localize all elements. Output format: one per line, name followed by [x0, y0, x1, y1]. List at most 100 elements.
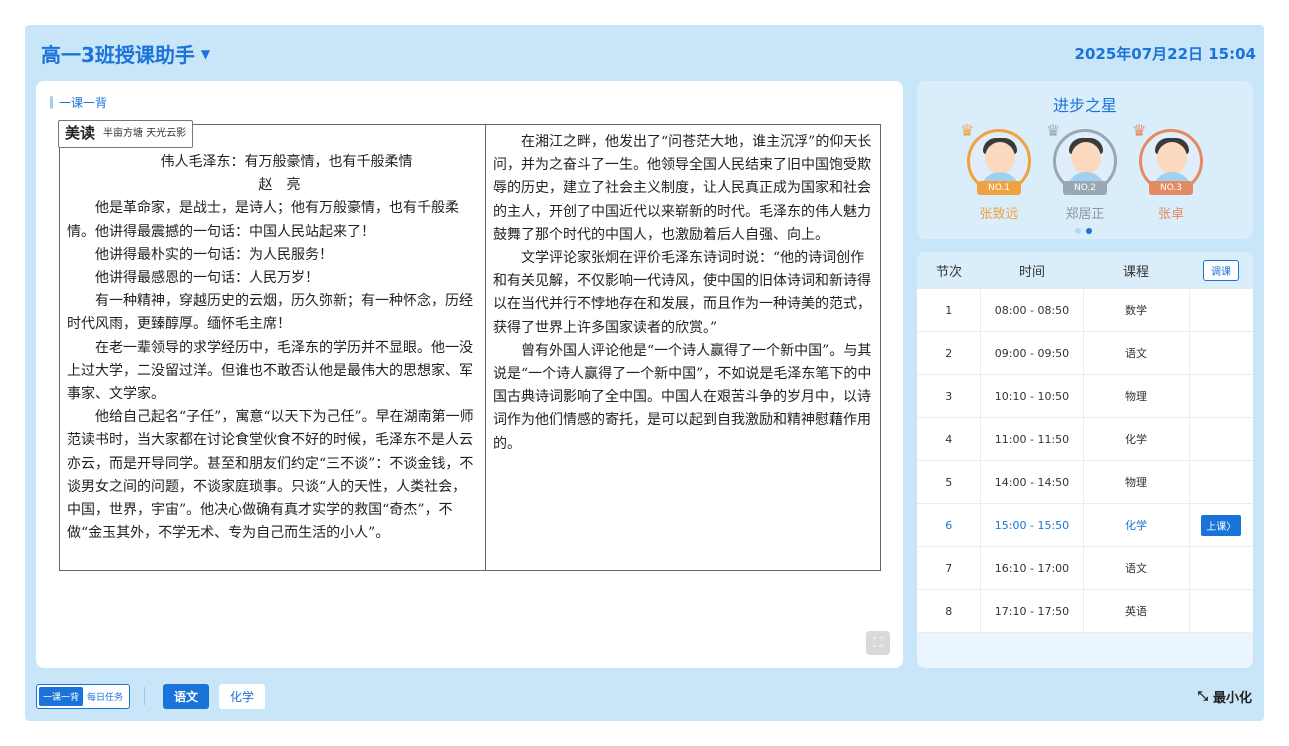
section-label: 一课一背 — [50, 94, 107, 111]
table-row[interactable]: 2 09:00 - 09:50 语文 — [917, 332, 1253, 375]
schedule-panel: 节次 时间 课程 调课 1 08:00 - 08:50 数学 2 09:00 -… — [917, 252, 1253, 668]
table-row-current[interactable]: 6 15:00 - 15:50 化学 上课〉 — [917, 504, 1253, 547]
datetime: 2025年07月22日 15:04 — [1074, 45, 1256, 63]
paragraph: 他讲得最朴实的一句话：为人民服务！ — [95, 246, 333, 263]
subject-tab-chinese[interactable]: 语文 — [163, 683, 210, 709]
star-name: 张致远 — [979, 207, 1019, 222]
divider — [144, 687, 146, 705]
time-cell: 08:00 - 08:50 — [981, 289, 1084, 331]
tab-daily-task[interactable]: 每日任务 — [83, 687, 127, 706]
fullscreen-icon: ⛶ — [873, 635, 883, 651]
period-cell: 6 — [917, 504, 982, 546]
rank-badge: NO.3 — [1149, 181, 1193, 195]
class-selector[interactable]: 高一3班授课助手 ▼ — [41, 39, 210, 68]
table-row[interactable]: 3 10:10 - 10:50 物理 — [917, 375, 1253, 418]
section-label-text: 一课一背 — [59, 96, 108, 110]
header-period: 节次 — [935, 265, 962, 280]
header-time: 时间 — [1018, 265, 1045, 280]
period-cell: 3 — [917, 375, 982, 417]
time-cell: 14:00 - 14:50 — [981, 461, 1084, 503]
article-title: 伟人毛泽东：有万般豪情，也有千般柔情 — [160, 154, 413, 170]
chevron-right-icon: 〉 — [1226, 521, 1237, 533]
course-cell: 英语 — [1084, 590, 1190, 632]
time-cell: 10:10 - 10:50 — [981, 375, 1084, 417]
carousel-dot[interactable] — [1075, 228, 1081, 234]
stars-title: 进步之星 — [1052, 96, 1117, 115]
course-cell: 化学 — [1084, 418, 1190, 460]
crown-icon: ♛ — [960, 121, 975, 140]
table-row[interactable]: 5 14:00 - 14:50 物理 — [917, 461, 1253, 504]
time-cell: 16:10 - 17:00 — [981, 547, 1084, 589]
paragraph: 曾有外国人评论他是“一个诗人赢得了一个新中国”。与其说是“一个诗人赢得了一个新中… — [493, 342, 872, 452]
time-cell: 17:10 - 17:50 — [981, 590, 1084, 632]
period-cell: 5 — [917, 461, 982, 503]
star-student[interactable]: ♛ NO.3 张卓 — [1132, 121, 1206, 222]
mode-tabs: 一课一背 每日任务 — [36, 683, 131, 709]
star-name: 郑居正 — [1065, 207, 1105, 222]
course-cell: 语文 — [1084, 332, 1190, 374]
table-row[interactable]: 8 17:10 - 17:50 英语 — [917, 590, 1253, 633]
section-bar — [50, 96, 53, 109]
avatar-face — [985, 142, 1015, 174]
carousel-dot-active[interactable] — [1086, 228, 1092, 234]
course-cell: 物理 — [1084, 461, 1190, 503]
course-cell: 物理 — [1084, 375, 1190, 417]
paragraph: 文学评论家张炯在评价毛泽东诗词时说：“他的诗词创作和有关见解，不仅影响一代诗风，… — [493, 250, 871, 336]
progress-stars-panel: 进步之星 ♛ NO.1 张致远 ♛ NO.2 郑居正 ♛ NO.3 张卓 — [917, 81, 1253, 239]
time-cell: 15:00 - 15:50 — [981, 504, 1084, 546]
star-name: 张卓 — [1157, 207, 1184, 222]
minimize-button[interactable]: ⤡ 最小化 — [1198, 687, 1252, 706]
time-cell: 09:00 - 09:50 — [981, 332, 1084, 374]
paragraph: 在老一辈领导的求学经历中，毛泽东的学历并不显眼。他一没上过大学，二没留过洋。但谁… — [67, 339, 473, 403]
footer-bar: 一课一背 每日任务 语文 化学 — [36, 683, 275, 709]
time-cell: 11:00 - 11:50 — [981, 418, 1084, 460]
minimize-icon: ⤡ — [1197, 689, 1208, 704]
article-author: 赵亮 — [258, 177, 315, 194]
subject-tab-chemistry[interactable]: 化学 — [219, 683, 266, 709]
caret-down-icon: ▼ — [200, 46, 211, 61]
app-title: 高一3班授课助手 — [41, 43, 195, 67]
course-cell: 数学 — [1084, 289, 1190, 331]
table-row[interactable]: 1 08:00 - 08:50 数学 — [917, 289, 1253, 332]
star-student[interactable]: ♛ NO.2 郑居正 — [1046, 121, 1120, 222]
period-cell: 2 — [917, 332, 982, 374]
reading-document: 美读 半亩方塘 天光云影 伟人毛泽东：有万般豪情，也有千般柔情 赵亮 他是革命家… — [58, 120, 881, 571]
start-class-label: 上课 — [1206, 521, 1227, 533]
paragraph: 他是革命家，是战士，是诗人；他有万般豪情，也有千般柔情。他讲得最震撼的一句话：中… — [67, 200, 459, 240]
assistant-window: 高一3班授课助手 ▼ 2025年07月22日 15:04 一课一背 美读 半亩方… — [25, 25, 1264, 721]
avatar-face — [1071, 142, 1101, 174]
reading-badge: 美读 半亩方塘 天光云影 — [58, 120, 194, 148]
table-row[interactable]: 4 11:00 - 11:50 化学 — [917, 418, 1253, 461]
start-class-button[interactable]: 上课〉 — [1201, 514, 1242, 536]
adjust-class-button[interactable]: 调课 — [1203, 260, 1239, 281]
badge-sub: 半亩方塘 天光云影 — [103, 128, 187, 140]
period-cell: 4 — [917, 418, 982, 460]
period-cell: 7 — [917, 547, 982, 589]
fullscreen-button[interactable]: ⛶ — [866, 631, 890, 655]
header-course: 课程 — [1122, 265, 1149, 280]
carousel-dots — [1075, 228, 1092, 234]
avatar-face — [1157, 142, 1187, 174]
course-cell: 化学 — [1084, 504, 1190, 546]
rank-badge: NO.2 — [1063, 181, 1107, 195]
badge-main: 美读 — [65, 124, 96, 143]
left-column: 美读 半亩方塘 天光云影 伟人毛泽东：有万般豪情，也有千般柔情 赵亮 他是革命家… — [58, 120, 486, 570]
crown-icon: ♛ — [1132, 121, 1147, 140]
stars-row: ♛ NO.1 张致远 ♛ NO.2 郑居正 ♛ NO.3 张卓 — [960, 121, 1206, 222]
right-column: 在湘江之畔，他发出了“问苍茫大地，谁主沉浮”的仰天长问，并为之奋斗了一生。他领导… — [486, 125, 880, 570]
paragraph: 在湘江之畔，他发出了“问苍茫大地，谁主沉浮”的仰天长问，并为之奋斗了一生。他领导… — [493, 134, 872, 243]
crown-icon: ♛ — [1046, 121, 1061, 140]
period-cell: 1 — [917, 289, 982, 331]
paragraph: 有一种精神，穿越历史的云烟，历久弥新；有一种怀念，历经时代风雨，更臻醇厚。缅怀毛… — [67, 293, 473, 333]
course-cell: 语文 — [1084, 547, 1190, 589]
rank-badge: NO.1 — [977, 181, 1021, 195]
period-cell: 8 — [917, 590, 982, 632]
paragraph: 他讲得最感恩的一句话：人民万岁！ — [95, 270, 319, 287]
schedule-header: 节次 时间 课程 调课 — [917, 252, 1253, 289]
table-row[interactable]: 7 16:10 - 17:00 语文 — [917, 547, 1253, 590]
reading-card: 一课一背 美读 半亩方塘 天光云影 伟人毛泽东：有万般豪情，也有千般柔情 赵亮 … — [36, 81, 903, 668]
star-student[interactable]: ♛ NO.1 张致远 — [960, 121, 1034, 222]
paragraph: 他给自己起名“子任”，寓意“以天下为己任”。早在湖南第一师范读书时，当大家都在讨… — [67, 409, 474, 542]
tab-recite[interactable]: 一课一背 — [39, 686, 84, 706]
minimize-label: 最小化 — [1212, 691, 1252, 706]
